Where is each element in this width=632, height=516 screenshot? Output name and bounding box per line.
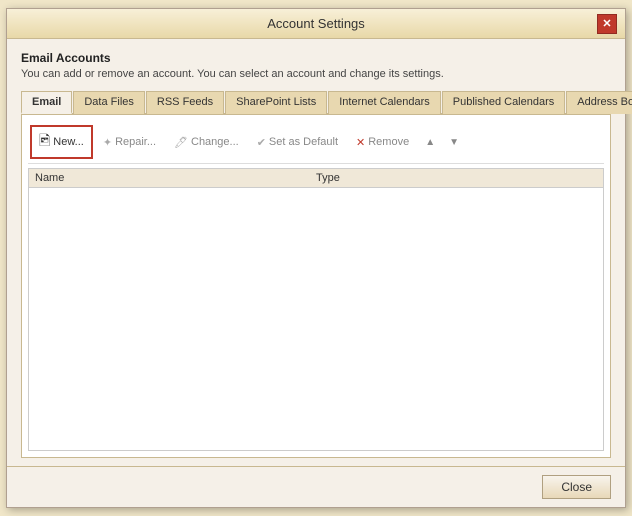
- tab-internet-calendars[interactable]: Internet Calendars: [328, 91, 441, 114]
- set-default-button[interactable]: ✔ Set as Default: [249, 132, 346, 153]
- move-up-button[interactable]: ▲: [419, 133, 441, 152]
- tab-address-books[interactable]: Address Books: [566, 91, 632, 114]
- tab-sharepoint-lists[interactable]: SharePoint Lists: [225, 91, 327, 114]
- account-settings-dialog: Account Settings ✕ Email Accounts You ca…: [6, 8, 626, 508]
- header-title: Email Accounts: [21, 51, 611, 65]
- set-default-label: Set as Default: [269, 136, 338, 148]
- dialog-title: Account Settings: [35, 16, 597, 31]
- header-description: You can add or remove an account. You ca…: [21, 68, 611, 80]
- close-title-btn[interactable]: ✕: [597, 14, 617, 34]
- dialog-footer: Close: [7, 466, 625, 507]
- close-button[interactable]: Close: [542, 475, 611, 499]
- move-down-button[interactable]: ▼: [443, 133, 465, 152]
- col-type: Type: [316, 172, 597, 184]
- change-icon: 🖊: [174, 136, 188, 149]
- accounts-table: Name Type: [28, 168, 604, 451]
- table-body: [29, 188, 603, 445]
- new-button[interactable]: 🖻 New...: [30, 125, 93, 159]
- repair-icon: ✦: [103, 136, 112, 149]
- title-bar: Account Settings ✕: [7, 9, 625, 39]
- change-button[interactable]: 🖊 Change...: [166, 132, 247, 153]
- repair-label: Repair...: [115, 136, 156, 148]
- new-icon: 🖻: [39, 130, 50, 154]
- set-default-icon: ✔: [257, 136, 266, 149]
- table-header: Name Type: [29, 169, 603, 188]
- toolbar: 🖻 New... ✦ Repair... 🖊 Change... ✔ Set a…: [28, 121, 604, 164]
- dialog-content: Email Accounts You can add or remove an …: [7, 39, 625, 466]
- remove-icon: ✕: [356, 136, 365, 149]
- move-down-icon: ▼: [449, 137, 459, 148]
- move-up-icon: ▲: [425, 137, 435, 148]
- repair-button[interactable]: ✦ Repair...: [95, 132, 164, 153]
- tab-email[interactable]: Email: [21, 91, 72, 114]
- header-section: Email Accounts You can add or remove an …: [21, 51, 611, 80]
- new-label: New...: [53, 136, 84, 148]
- tab-data-files[interactable]: Data Files: [73, 91, 145, 114]
- change-label: Change...: [191, 136, 239, 148]
- tabs-container: Email Data Files RSS Feeds SharePoint Li…: [21, 90, 611, 115]
- tab-rss-feeds[interactable]: RSS Feeds: [146, 91, 224, 114]
- remove-label: Remove: [368, 136, 409, 148]
- email-panel: 🖻 New... ✦ Repair... 🖊 Change... ✔ Set a…: [21, 115, 611, 458]
- remove-button[interactable]: ✕ Remove: [348, 132, 417, 153]
- tab-published-calendars[interactable]: Published Calendars: [442, 91, 566, 114]
- col-name: Name: [35, 172, 316, 184]
